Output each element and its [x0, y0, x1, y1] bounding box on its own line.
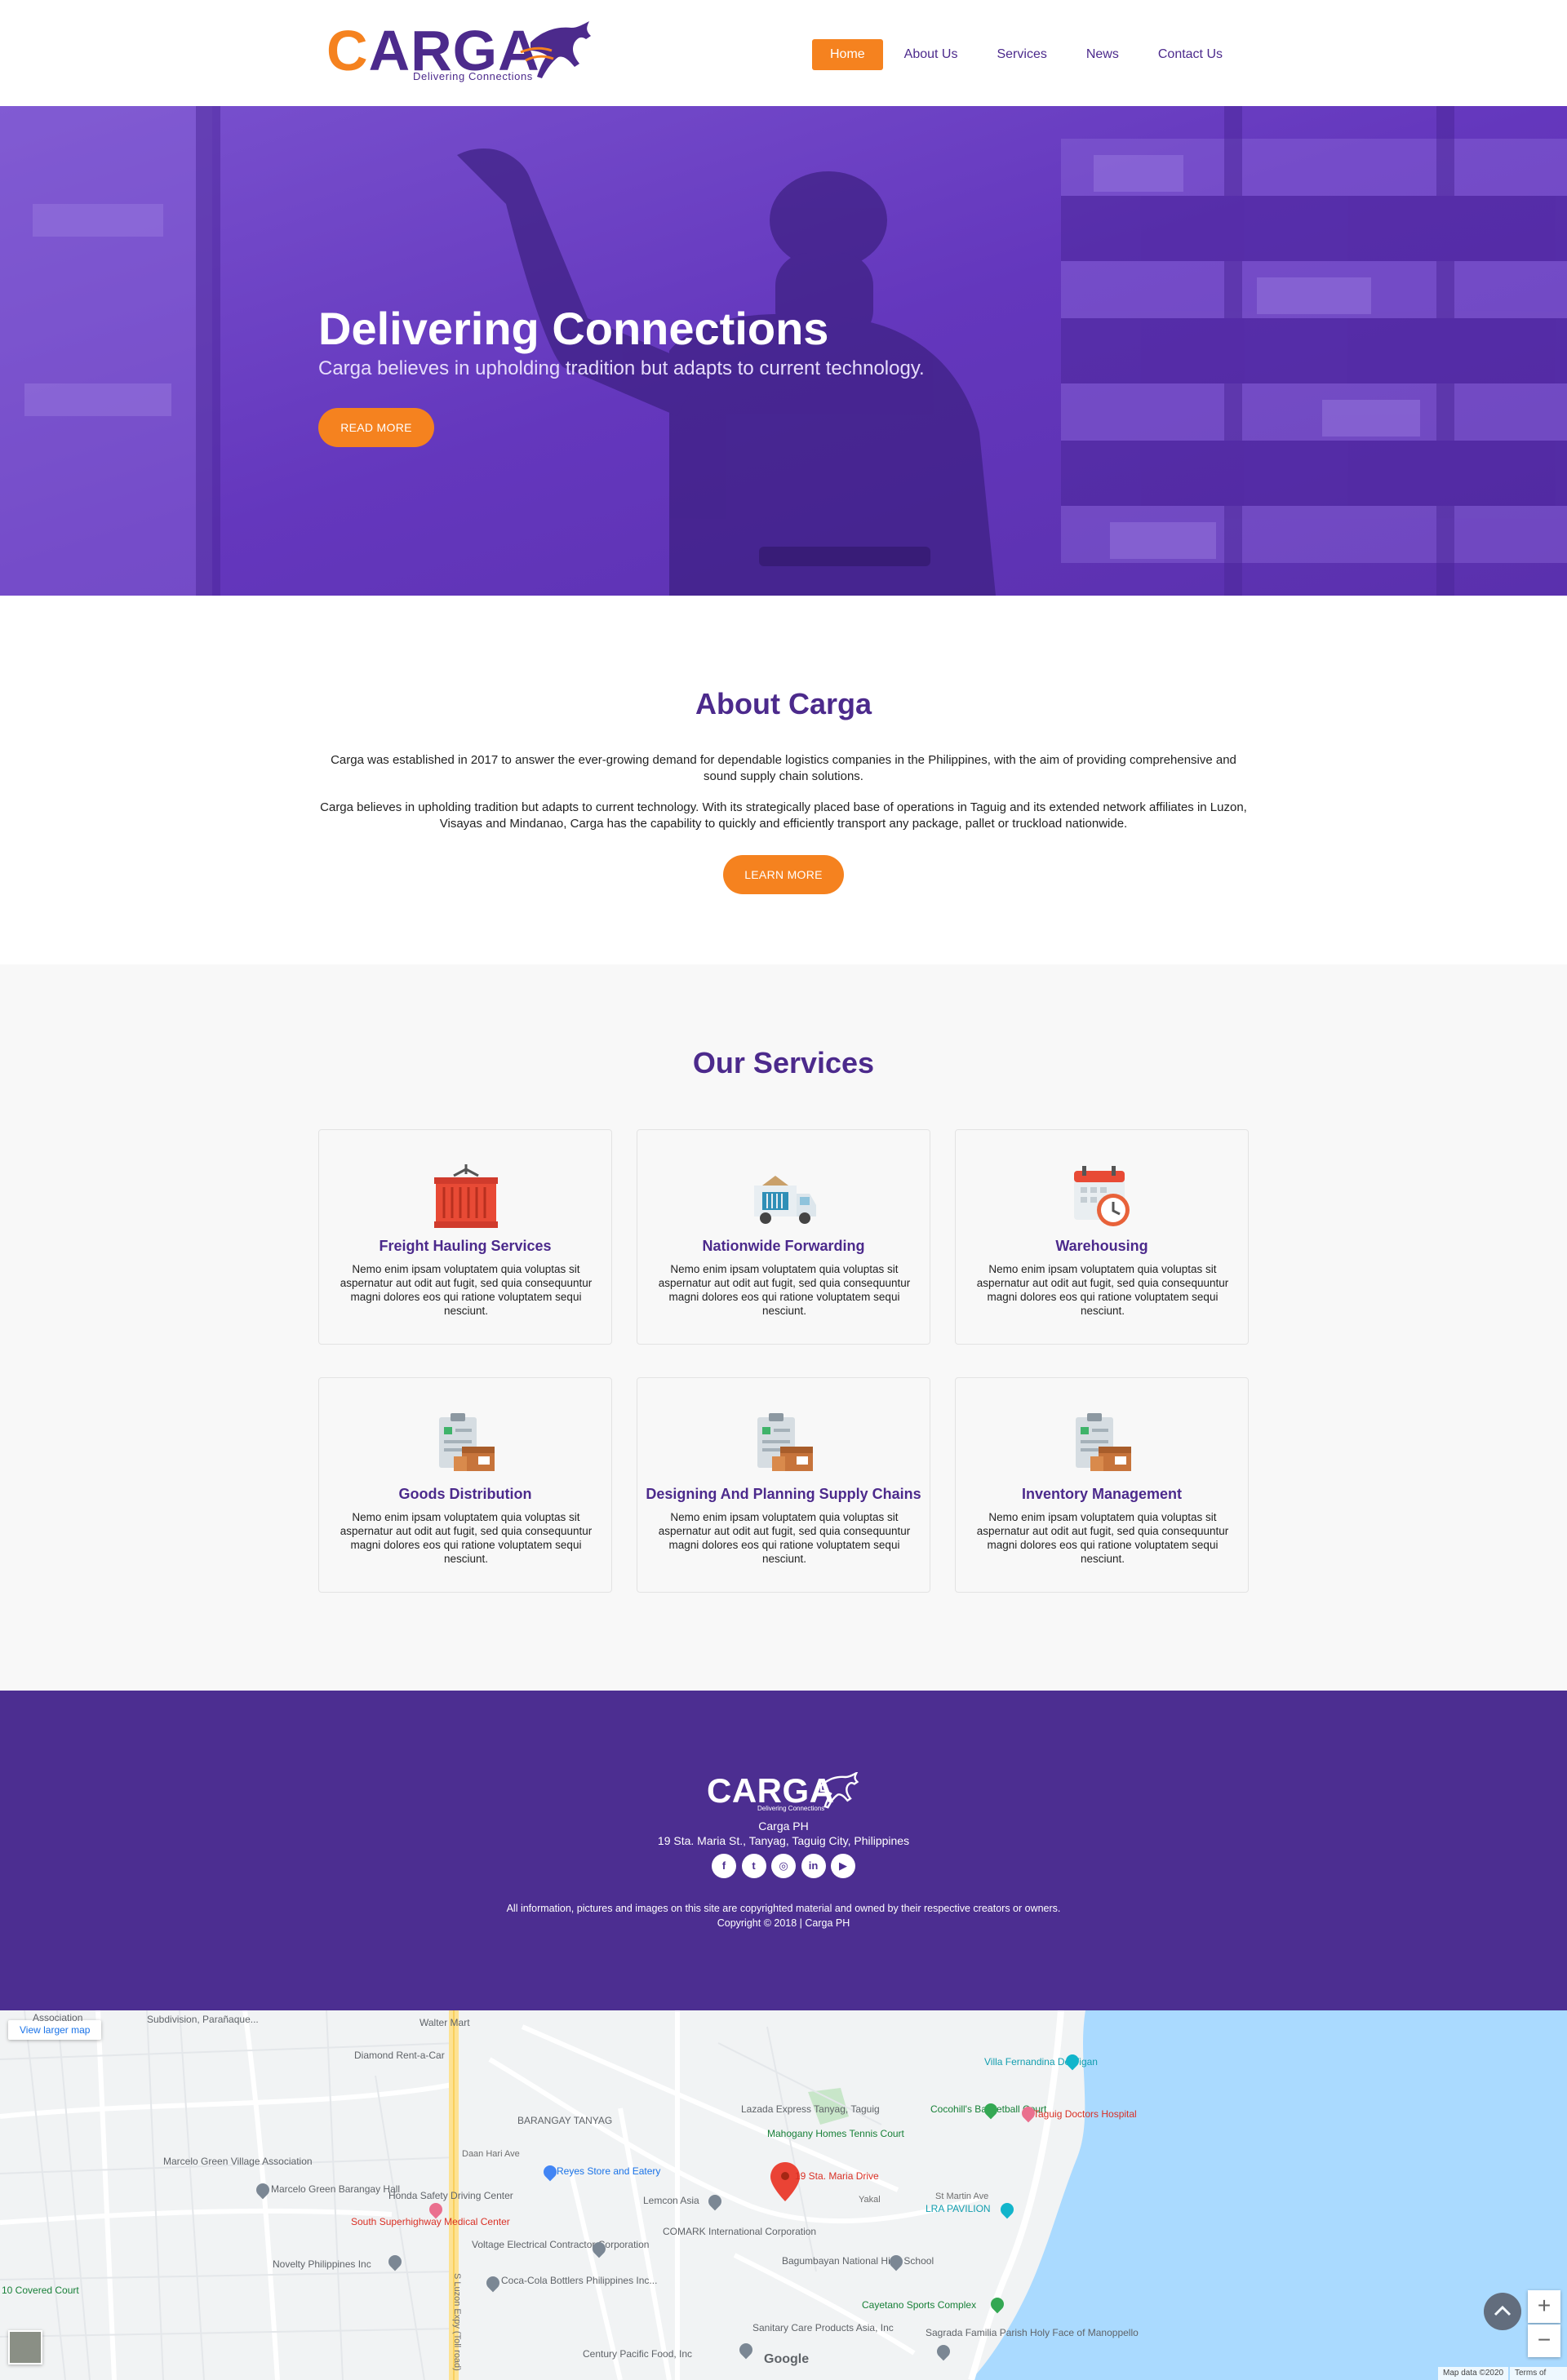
main-nav: Home About Us Services News Contact Us: [809, 39, 1241, 70]
map-label: Taguig Doctors Hospital: [1033, 2108, 1137, 2120]
map-label: Coca-Cola Bottlers Philippines Inc...: [501, 2275, 658, 2286]
map-label: Sagrada Familia Parish Holy Face of Mano…: [926, 2327, 1139, 2338]
calendar-clock-icon: [1074, 1166, 1130, 1226]
map-label: Century Pacific Food, Inc: [583, 2348, 693, 2360]
service-description: Nemo enim ipsam voluptatem quia voluptas…: [340, 1511, 593, 1565]
embedded-map[interactable]: View larger map Association Subdivision,…: [0, 2010, 1567, 2380]
horse-icon: [520, 21, 591, 78]
service-title: Warehousing: [1055, 1238, 1148, 1254]
site-footer: CARGA Delivering Connections Carga PH 19…: [0, 1691, 1567, 2010]
services-section: Our Services Freight Hauling Services Ne…: [0, 964, 1567, 1691]
map-label: Sanitary Care Products Asia, Inc: [752, 2322, 894, 2333]
container-icon: [434, 1164, 498, 1228]
service-card[interactable]: Warehousing Nemo enim ipsam voluptatem q…: [955, 1129, 1249, 1345]
zoom-out-button[interactable]: −: [1528, 2325, 1560, 2357]
about-paragraph: Carga believes in upholding tradition bu…: [320, 800, 1247, 831]
map-label: Honda Safety Driving Center: [388, 2190, 513, 2201]
satellite-toggle[interactable]: [8, 2330, 42, 2364]
scroll-to-top-button[interactable]: [1484, 2293, 1521, 2330]
service-card[interactable]: Designing And Planning Supply Chains Nem…: [637, 1377, 930, 1593]
logo[interactable]: CARGA Delivering Connections: [326, 20, 596, 85]
services-title: Our Services: [692, 1046, 875, 1079]
hero-title: Delivering Connections: [318, 303, 829, 354]
map-label: Voltage Electrical Contractor Corporatio…: [472, 2239, 650, 2250]
nav-home[interactable]: Home: [811, 39, 883, 70]
zoom-in-button[interactable]: +: [1528, 2290, 1560, 2323]
map-label: Subdivision, Parañaque...: [147, 2014, 259, 2025]
map-data-attribution: Map data ©2020: [1438, 2367, 1509, 2380]
map-label: Lazada Express Tanyag, Taguig: [741, 2103, 880, 2115]
hero-subtitle: Carga believes in upholding tradition bu…: [318, 357, 925, 379]
site-header: CARGA Delivering Connections Home About …: [0, 0, 1567, 106]
about-section: About Carga Carga was established in 201…: [0, 596, 1567, 964]
service-title: Freight Hauling Services: [379, 1238, 552, 1254]
facebook-icon[interactable]: f: [712, 1854, 736, 1878]
service-description: Nemo enim ipsam voluptatem quia voluptas…: [658, 1511, 911, 1565]
service-card[interactable]: Nationwide Forwarding Nemo enim ipsam vo…: [637, 1129, 930, 1345]
service-card[interactable]: Freight Hauling Services Nemo enim ipsam…: [318, 1129, 612, 1345]
footer-copyright-note: All information, pictures and images on …: [506, 1903, 1061, 1914]
map-label: Walter Mart: [419, 2017, 470, 2028]
footer-address: 19 Sta. Maria St., Tanyag, Taguig City, …: [657, 1834, 910, 1847]
google-logo: Google: [764, 2352, 810, 2366]
twitter-icon[interactable]: t: [741, 1854, 766, 1878]
footer-copyright: Copyright © 2018 | Carga PH: [717, 1917, 850, 1929]
footer-logo[interactable]: CARGA Delivering Connections: [707, 1772, 862, 1813]
terms-of-use-link[interactable]: Terms of Use: [1510, 2367, 1567, 2380]
map-road-label: S Luzon Expy (Toll road): [452, 2273, 462, 2371]
service-description: Nemo enim ipsam voluptatem quia voluptas…: [976, 1511, 1229, 1565]
nav-news[interactable]: News: [1068, 39, 1137, 70]
map-label: Lemcon Asia: [643, 2195, 699, 2206]
linkedin-icon[interactable]: in: [801, 1854, 826, 1878]
learn-more-button[interactable]: LEARN MORE: [723, 855, 844, 894]
map-label: COMARK International Corporation: [663, 2226, 817, 2237]
map-label: Diamond Rent-a-Car: [354, 2050, 445, 2061]
about-title: About Carga: [695, 687, 872, 720]
map-road-label: Yakal: [859, 2195, 881, 2205]
social-links: f t ◎ in ▶: [712, 1854, 855, 1878]
service-card[interactable]: Inventory Management Nemo enim ipsam vol…: [955, 1377, 1249, 1593]
hero-banner: Delivering Connections Carga believes in…: [0, 106, 1567, 596]
service-description: Nemo enim ipsam voluptatem quia voluptas…: [340, 1263, 593, 1317]
map-label: Marcelo Green Barangay Hall: [271, 2183, 401, 2195]
map-label: Villa Fernandina De Vigan: [984, 2056, 1098, 2068]
service-card[interactable]: Goods Distribution Nemo enim ipsam volup…: [318, 1377, 612, 1593]
map-label: LRA PAVILION: [926, 2203, 991, 2214]
service-description: Nemo enim ipsam voluptatem quia voluptas…: [658, 1263, 911, 1317]
youtube-icon[interactable]: ▶: [831, 1854, 855, 1878]
map-label: Association: [33, 2012, 83, 2023]
map-label: 10 Covered Court: [2, 2285, 79, 2296]
clipboard-boxes-icon: [1076, 1413, 1131, 1471]
map-label: South Superhighway Medical Center: [351, 2216, 510, 2227]
footer-company-name: Carga PH: [758, 1819, 809, 1833]
horse-icon: [819, 1772, 859, 1809]
map-label: Mahogany Homes Tennis Court: [767, 2128, 904, 2139]
clipboard-boxes-icon: [439, 1413, 495, 1471]
nav-about-us[interactable]: About Us: [886, 39, 976, 70]
map-label: Reyes Store and Eatery: [557, 2165, 661, 2177]
nav-services[interactable]: Services: [979, 39, 1064, 70]
about-paragraph: Carga was established in 2017 to answer …: [331, 753, 1236, 783]
map-label: Bagumbayan National High School: [782, 2255, 934, 2267]
map-label: BARANGAY TANYAG: [517, 2115, 613, 2126]
service-description: Nemo enim ipsam voluptatem quia voluptas…: [976, 1263, 1229, 1317]
map-road-label: St Martin Ave: [935, 2192, 989, 2201]
map-label: Marcelo Green Village Association: [163, 2156, 313, 2167]
service-title: Nationwide Forwarding: [702, 1238, 865, 1254]
nav-contact-us[interactable]: Contact Us: [1140, 39, 1241, 70]
map-label: Novelty Philippines Inc: [273, 2258, 371, 2270]
map-road-label: Daan Hari Ave: [462, 2149, 520, 2159]
instagram-icon[interactable]: ◎: [771, 1854, 796, 1878]
map-label: Cayetano Sports Complex: [862, 2299, 977, 2311]
chevron-up-icon: [1494, 2305, 1512, 2316]
truck-icon: [754, 1176, 816, 1224]
read-more-button[interactable]: READ MORE: [318, 408, 434, 447]
service-title: Goods Distribution: [398, 1486, 532, 1502]
service-title: Designing And Planning Supply Chains: [646, 1486, 921, 1502]
map-marker-label: 19 Sta. Maria Drive: [795, 2170, 879, 2182]
service-title: Inventory Management: [1021, 1486, 1183, 1502]
clipboard-boxes-icon: [757, 1413, 813, 1471]
